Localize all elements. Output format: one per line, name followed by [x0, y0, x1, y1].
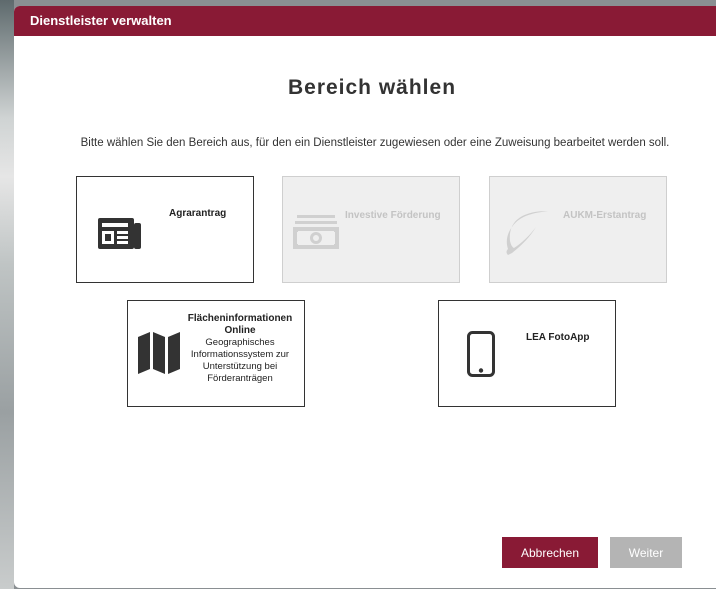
smartphone-icon — [467, 331, 495, 382]
dialog-title: Dienstleister verwalten — [14, 6, 716, 36]
tile-flaecheninformationen-online[interactable]: Flächeninformationen Online Geographisch… — [127, 300, 305, 407]
next-button[interactable]: Weiter — [610, 537, 682, 568]
newspaper-icon — [97, 215, 143, 256]
dialog-intro-text: Bitte wählen Sie den Bereich aus, für de… — [80, 137, 670, 149]
tile-description: Geographisches Informationssystem zur Un… — [190, 337, 290, 384]
tile-label: LEA FotoApp — [526, 332, 590, 343]
money-icon — [293, 213, 341, 256]
select-area-dialog: Dienstleister verwalten Bereich wählen B… — [14, 6, 716, 588]
map-icon — [137, 329, 181, 382]
cancel-button[interactable]: Abbrechen — [502, 537, 598, 568]
tile-investive-foerderung: Investive Förderung — [282, 176, 460, 283]
tile-label: AUKM-Erstantrag — [563, 210, 647, 221]
tile-label: Flächeninformationen Online Geographisch… — [178, 313, 302, 385]
background-page — [0, 0, 14, 589]
leaf-icon — [502, 207, 552, 262]
tile-agrarantrag[interactable]: Agrarantrag — [76, 176, 254, 283]
tile-aukm-erstantrag: AUKM-Erstantrag — [489, 176, 667, 283]
tile-lea-fotoapp[interactable]: LEA FotoApp — [438, 300, 616, 407]
tile-label: Agrarantrag — [169, 208, 227, 219]
dialog-heading: Bereich wählen — [287, 76, 457, 99]
tile-title: Flächeninformationen Online — [187, 313, 293, 336]
tile-label: Investive Förderung — [345, 210, 441, 221]
